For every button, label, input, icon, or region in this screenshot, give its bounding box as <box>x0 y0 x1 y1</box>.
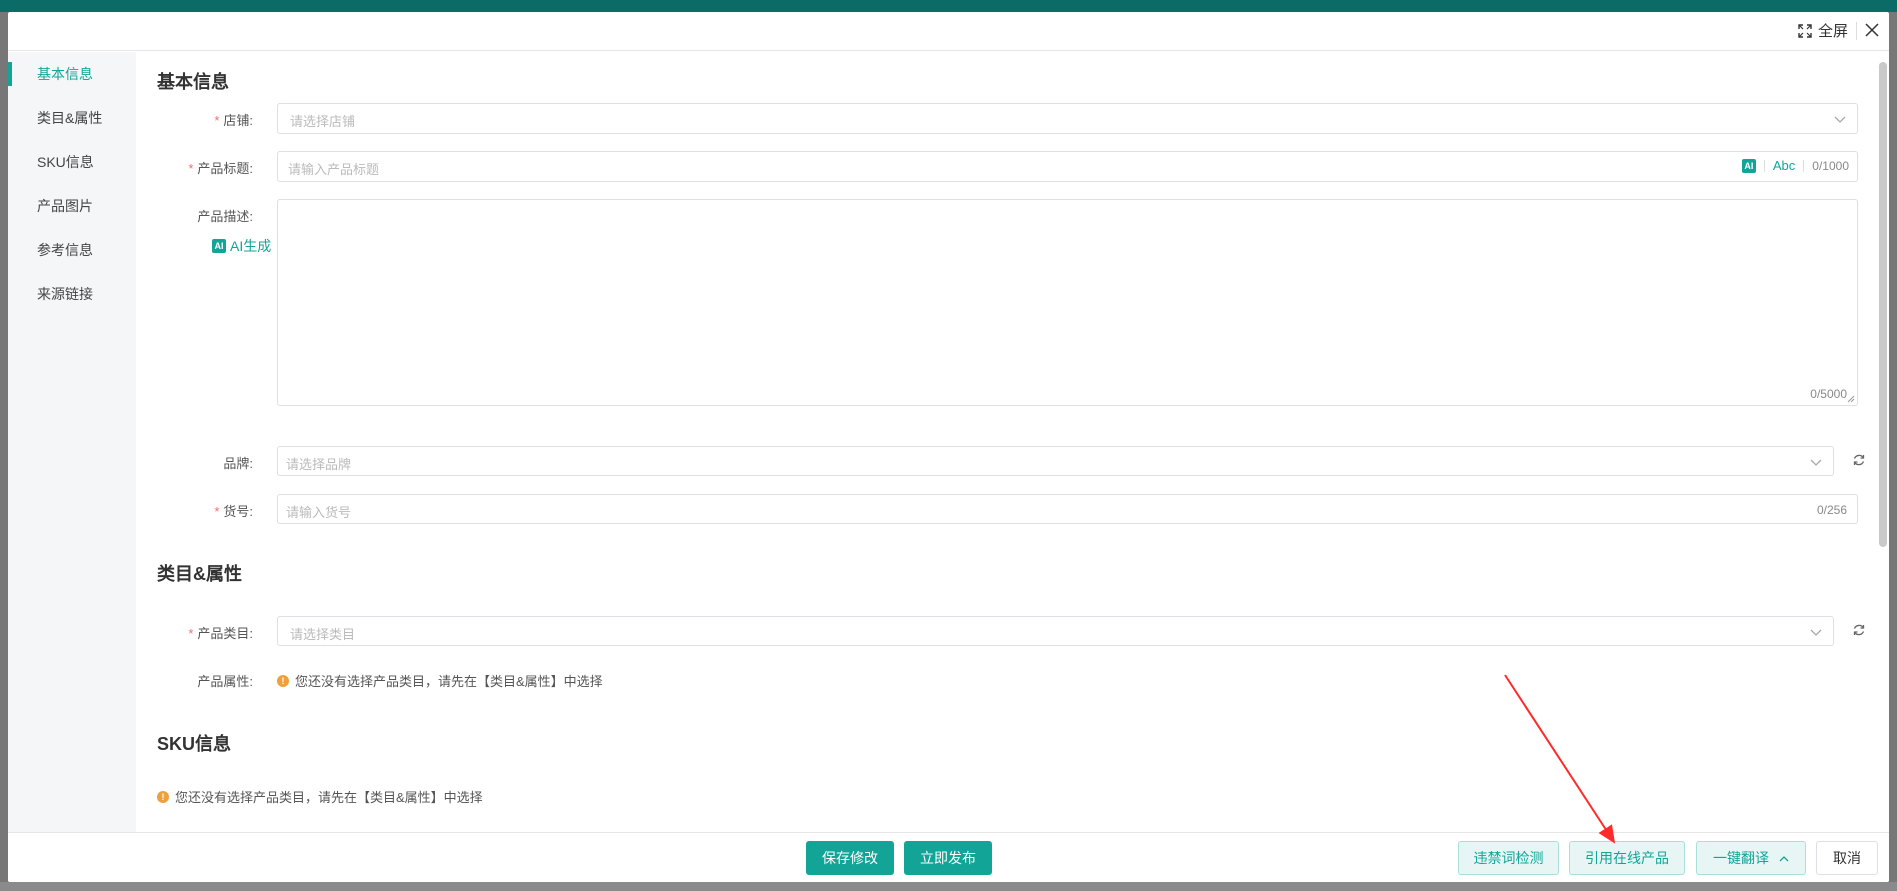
section-title-basic-info: 基本信息 <box>157 72 229 92</box>
sku-notice-text: 您还没有选择产品类目，请先在【类目&属性】中选择 <box>175 790 483 805</box>
ai-icon: AI <box>212 239 226 253</box>
sku-notice: ! 您还没有选择产品类目，请先在【类目&属性】中选择 <box>157 787 483 806</box>
refresh-category-icon[interactable] <box>1852 623 1866 637</box>
chevron-down-icon <box>1834 116 1846 123</box>
nav-item-reference-info[interactable]: 参考信息 <box>8 228 136 272</box>
quote-online-product-button[interactable]: 引用在线产品 <box>1569 841 1685 875</box>
publish-button[interactable]: 立即发布 <box>904 841 992 875</box>
brand-placeholder: 请选择品牌 <box>286 457 352 472</box>
forbidden-words-check-button[interactable]: 违禁词检测 <box>1458 841 1559 875</box>
ai-generate-button[interactable]: AI AI生成 <box>212 236 271 256</box>
category-select[interactable]: 请选择类目 <box>277 616 1834 646</box>
section-title-category: 类目&属性 <box>157 564 242 584</box>
sku-number-input[interactable]: 请输入货号 0/256 <box>277 494 1858 524</box>
edit-product-dialog: 全屏 基本信息 类目&属性 SKU信息 产品图片 参考信息 来源链接 基本信息 … <box>8 12 1889 882</box>
section-title-sku: SKU信息 <box>157 734 232 754</box>
divider <box>1763 159 1765 172</box>
category-label: * 产品类目: <box>188 626 253 641</box>
required-mark: * <box>188 626 194 641</box>
background-app-header <box>0 0 1897 12</box>
expand-icon <box>1798 23 1812 38</box>
nav-item-category-attributes[interactable]: 类目&属性 <box>8 96 136 140</box>
divider <box>1803 159 1805 172</box>
attributes-notice-text: 您还没有选择产品类目，请先在【类目&属性】中选择 <box>295 674 603 689</box>
warning-icon: ! <box>157 790 169 803</box>
background-app-right <box>1889 12 1897 882</box>
store-label: * 店铺: <box>214 113 253 128</box>
header-divider <box>1856 21 1857 40</box>
sku-number-counter: 0/256 <box>1816 503 1847 517</box>
brand-label: 品牌: <box>223 456 253 471</box>
warning-icon: ! <box>277 674 289 687</box>
translate-label: 一键翻译 <box>1713 850 1770 866</box>
brand-select[interactable]: 请选择品牌 <box>277 446 1834 476</box>
close-icon <box>1865 22 1879 37</box>
vertical-scrollbar[interactable] <box>1879 52 1887 832</box>
product-title-label: * 产品标题: <box>188 161 253 176</box>
nav-item-product-images[interactable]: 产品图片 <box>8 184 136 228</box>
ai-title-icon[interactable]: AI <box>1741 158 1756 173</box>
category-placeholder: 请选择类目 <box>290 627 356 642</box>
product-title-counter: 0/1000 <box>1812 158 1849 173</box>
translate-abc-button[interactable]: Abc <box>1773 158 1795 173</box>
save-button[interactable]: 保存修改 <box>806 841 894 875</box>
resize-handle-icon[interactable] <box>1847 395 1855 403</box>
store-placeholder: 请选择店铺 <box>290 114 356 129</box>
nav-item-basic-info[interactable]: 基本信息 <box>8 52 136 96</box>
description-counter: 0/5000 <box>1810 387 1847 401</box>
fullscreen-button[interactable]: 全屏 <box>1798 20 1848 41</box>
form-content: 基本信息 * 店铺: 请选择店铺 * 产品标题: 请输入产品标题 AI Abc 0/… <box>136 52 1876 832</box>
description-textarea[interactable]: 0/5000 <box>277 199 1858 406</box>
product-title-placeholder: 请输入产品标题 <box>288 162 380 177</box>
close-button[interactable] <box>1865 22 1879 40</box>
dialog-footer: 保存修改 立即发布 违禁词检测 引用在线产品 一键翻译 取消 <box>8 832 1889 882</box>
refresh-brand-icon[interactable] <box>1852 453 1866 467</box>
nav-item-source-links[interactable]: 来源链接 <box>8 272 136 316</box>
sku-number-label: * 货号: <box>214 504 253 519</box>
background-app-bottom <box>0 882 1897 891</box>
required-mark: * <box>214 113 220 128</box>
nav-item-sku-info[interactable]: SKU信息 <box>8 140 136 184</box>
required-mark: * <box>214 504 220 519</box>
one-click-translate-button[interactable]: 一键翻译 <box>1696 841 1806 875</box>
dialog-header: 全屏 <box>8 12 1889 51</box>
chevron-down-icon <box>1810 629 1822 636</box>
sku-number-placeholder: 请输入货号 <box>286 505 352 520</box>
chevron-up-icon <box>1779 856 1789 862</box>
required-mark: * <box>188 161 194 176</box>
scrollbar-thumb[interactable] <box>1879 62 1887 547</box>
product-title-input[interactable]: 请输入产品标题 AI Abc 0/1000 <box>277 151 1858 182</box>
ai-generate-label: AI生成 <box>230 238 272 254</box>
description-label: 产品描述: <box>197 209 253 224</box>
attributes-label: 产品属性: <box>197 674 253 689</box>
store-select[interactable]: 请选择店铺 <box>277 103 1858 134</box>
chevron-down-icon <box>1810 459 1822 466</box>
cancel-button[interactable]: 取消 <box>1816 841 1878 875</box>
fullscreen-label: 全屏 <box>1817 23 1848 40</box>
attributes-notice: ! 您还没有选择产品类目，请先在【类目&属性】中选择 <box>277 671 603 690</box>
background-app-left <box>0 12 8 882</box>
section-nav: 基本信息 类目&属性 SKU信息 产品图片 参考信息 来源链接 <box>8 52 136 832</box>
